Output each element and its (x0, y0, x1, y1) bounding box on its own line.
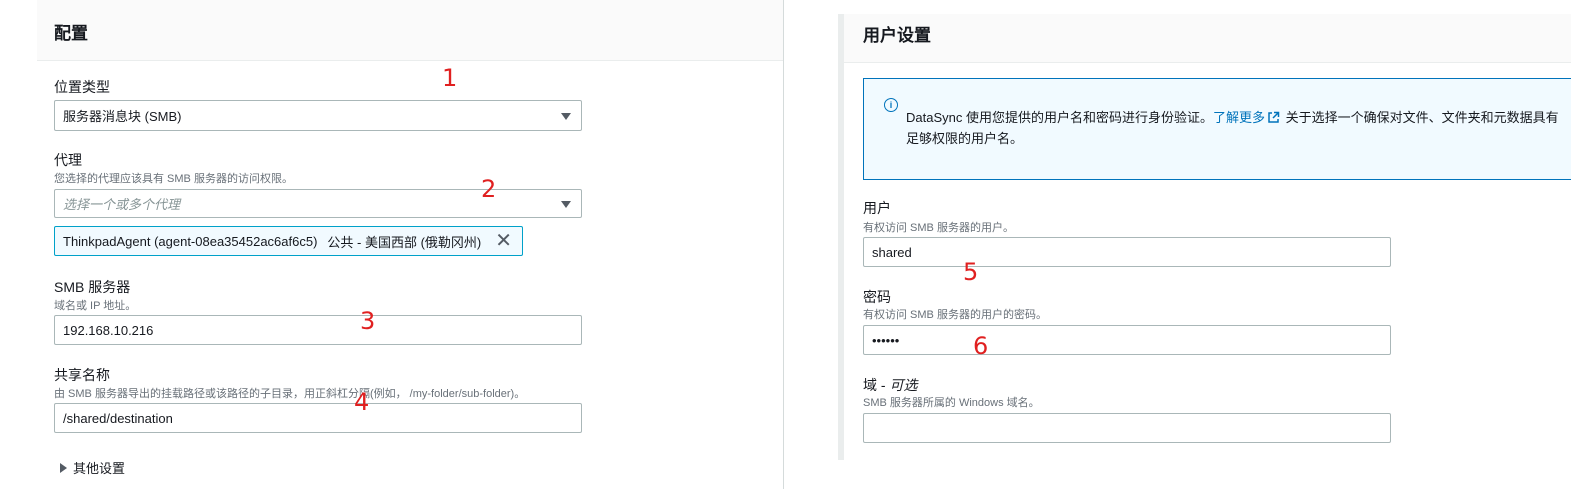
agent-token-name: ThinkpadAgent (agent-08ea35452ac6af6c5) (63, 233, 318, 249)
domain-description: SMB 服务器所属的 Windows 域名。 (863, 397, 1040, 409)
other-settings-label: 其他设置 (73, 461, 126, 476)
smb-server-description: 域名或 IP 地址。 (54, 300, 137, 312)
left-gutter (0, 0, 37, 489)
other-settings-expander[interactable]: 其他设置 (60, 458, 125, 477)
annotation-6: 6 (973, 332, 989, 360)
password-description: 有权访问 SMB 服务器的用户的密码。 (863, 309, 1047, 321)
agent-description: 您选择的代理应该具有 SMB 服务器的访问权限。 (54, 173, 293, 185)
user-value: shared (872, 244, 912, 260)
close-icon[interactable]: ✕ (495, 231, 512, 251)
external-link-icon[interactable] (1267, 111, 1280, 124)
user-input[interactable]: shared (863, 237, 1391, 267)
caret-right-icon (60, 462, 67, 473)
smb-server-label: SMB 服务器 (54, 279, 131, 295)
annotation-4: 4 (354, 388, 370, 416)
password-label: 密码 (863, 289, 891, 305)
share-name-description: 由 SMB 服务器导出的挂载路径或该路径的子目录，用正斜杠分隔(例如， /my-… (54, 388, 526, 400)
domain-label-text: 域 - (863, 377, 890, 393)
user-settings-header (844, 14, 1571, 63)
annotation-3: 3 (360, 307, 376, 335)
smb-server-value: 192.168.10.216 (63, 322, 154, 338)
location-type-value: 服务器消息块 (SMB) (63, 109, 182, 124)
annotation-5: 5 (963, 258, 979, 286)
agent-label: 代理 (54, 152, 82, 168)
info-text: DataSync 使用您提供的用户名和密码进行身份验证。了解更多 关于选择一个确… (906, 107, 1566, 149)
domain-optional-label: 可选 (889, 377, 918, 393)
password-value: •••••• (872, 332, 900, 348)
user-description: 有权访问 SMB 服务器的用户。 (863, 222, 1014, 234)
agent-placeholder: 选择一个或多个代理 (63, 197, 181, 212)
learn-more-link[interactable]: 了解更多 (1213, 110, 1265, 125)
config-title: 配置 (54, 24, 88, 43)
user-settings-title: 用户设置 (863, 26, 931, 45)
panel-gap (784, 0, 838, 489)
chevron-down-icon (561, 112, 571, 120)
smb-server-input[interactable]: 192.168.10.216 (54, 315, 582, 345)
agent-select[interactable]: 选择一个或多个代理 (54, 189, 582, 218)
location-type-select[interactable]: 服务器消息块 (SMB) (54, 100, 582, 131)
password-input[interactable]: •••••• (863, 325, 1391, 355)
share-name-value: /shared/destination (63, 410, 173, 426)
domain-input[interactable] (863, 413, 1391, 443)
selected-agent-token: ThinkpadAgent (agent-08ea35452ac6af6c5) … (54, 226, 523, 256)
info-alert: i DataSync 使用您提供的用户名和密码进行身份验证。了解更多 关于选择一… (863, 78, 1571, 180)
user-label: 用户 (863, 200, 891, 216)
agent-token-region: 公共 - 美国西部 (俄勒冈州) (327, 234, 482, 250)
config-header (37, 0, 783, 61)
info-icon: i (884, 98, 898, 112)
annotation-2: 2 (481, 175, 497, 203)
domain-label: 域 - 可选 (863, 375, 917, 395)
share-name-input[interactable]: /shared/destination (54, 403, 582, 433)
share-name-label: 共享名称 (54, 367, 110, 383)
location-type-label: 位置类型 (54, 79, 110, 95)
info-text-before: DataSync 使用您提供的用户名和密码进行身份验证。 (906, 110, 1213, 125)
chevron-down-icon (561, 200, 571, 208)
annotation-1: 1 (442, 64, 458, 92)
